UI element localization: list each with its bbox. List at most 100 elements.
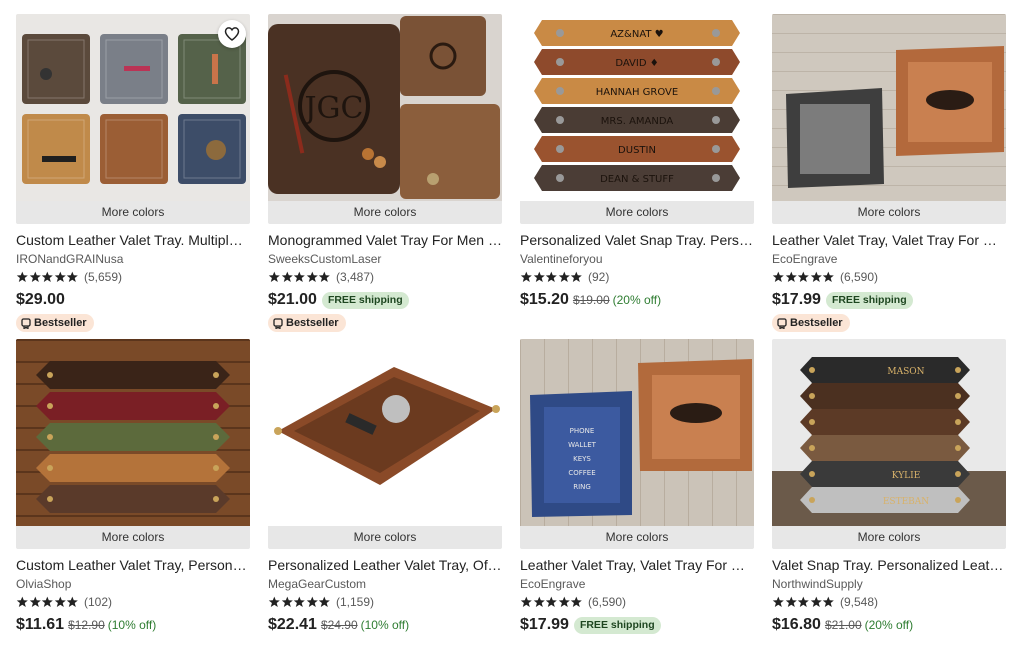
- more-colors-label: More colors: [520, 526, 754, 549]
- star-icon: [545, 596, 557, 607]
- product-image[interactable]: [16, 339, 250, 526]
- svg-text:JGC: JGC: [302, 91, 364, 126]
- star-icon: [533, 271, 545, 282]
- product-image-container[interactable]: More colors: [268, 339, 502, 549]
- star-icon: [268, 596, 280, 607]
- price-row: $17.99 FREE shipping: [520, 615, 754, 635]
- star-icon: [67, 596, 79, 607]
- product-photo: [16, 339, 250, 526]
- free-shipping-badge: FREE shipping: [321, 291, 409, 309]
- star-rating: [772, 596, 835, 608]
- price-row: $21.00 FREE shipping: [268, 290, 502, 310]
- star-icon: [67, 271, 79, 282]
- svg-text:ESTEBAN: ESTEBAN: [883, 497, 929, 507]
- shop-name[interactable]: MegaGearCustom: [268, 577, 502, 591]
- price-row: $22.41 $24.90 (10% off): [268, 615, 502, 635]
- sale-price: $22.41: [268, 616, 317, 633]
- star-icon: [533, 596, 545, 607]
- star-icon: [16, 271, 28, 282]
- sale-price: $16.80: [772, 616, 821, 633]
- svg-text:PHONE: PHONE: [570, 427, 595, 435]
- product-image-container[interactable]: More colors: [16, 14, 250, 224]
- product-title[interactable]: Personalized Leather Valet Tray, Offi...: [268, 557, 502, 574]
- product-card[interactable]: More colors Custom Leather Valet Tray. M…: [16, 14, 250, 332]
- product-title[interactable]: Custom Leather Valet Tray, Personal...: [16, 557, 250, 574]
- product-card[interactable]: JGC More colors Monogrammed Valet Tray F…: [268, 14, 502, 332]
- product-image[interactable]: PHONE WALLET KEYS COFFEE RING: [520, 339, 754, 526]
- star-icon: [319, 596, 331, 607]
- bestseller-label: Bestseller: [790, 317, 843, 329]
- star-rating: [772, 271, 835, 283]
- product-card[interactable]: More colors Leather Valet Tray, Valet Tr…: [772, 14, 1006, 332]
- shop-name[interactable]: NorthwindSupply: [772, 577, 1006, 591]
- star-icon: [16, 596, 28, 607]
- review-count: (102): [83, 595, 112, 609]
- review-count: (1,159): [335, 595, 374, 609]
- product-image[interactable]: JGC: [268, 14, 502, 201]
- product-photo: JGC: [268, 14, 502, 201]
- product-grid: More colors Custom Leather Valet Tray. M…: [16, 14, 1006, 648]
- product-image[interactable]: [16, 14, 250, 201]
- sale-price: $15.20: [520, 291, 569, 308]
- star-icon: [520, 596, 532, 607]
- product-image-container[interactable]: JGC More colors: [268, 14, 502, 224]
- medal-icon: [273, 317, 283, 329]
- product-card[interactable]: MASON KYLIE ESTEBAN More colors Valet Snap…: [772, 339, 1006, 648]
- svg-text:RING: RING: [573, 483, 591, 491]
- svg-text:HANNAH GROVE: HANNAH GROVE: [596, 87, 678, 98]
- rating: (9,548): [772, 595, 1006, 609]
- product-title[interactable]: Personalized Valet Snap Tray. Perso...: [520, 232, 754, 249]
- product-card[interactable]: More colors Personalized Leather Valet T…: [268, 339, 502, 648]
- free-shipping-badge: FREE shipping: [573, 616, 661, 634]
- star-rating: [16, 271, 79, 283]
- product-image-container[interactable]: More colors: [16, 339, 250, 549]
- star-icon: [810, 596, 822, 607]
- review-count: (5,659): [83, 270, 122, 284]
- medal-icon: [21, 317, 31, 329]
- product-image[interactable]: MASON KYLIE ESTEBAN: [772, 339, 1006, 526]
- product-card[interactable]: PHONE WALLET KEYS COFFEE RING More colors Le…: [520, 339, 754, 648]
- more-colors-label: More colors: [772, 201, 1006, 224]
- product-image-container[interactable]: MASON KYLIE ESTEBAN More colors: [772, 339, 1006, 549]
- shop-name[interactable]: IRONandGRAINusa: [16, 252, 250, 266]
- rating: (6,590): [772, 270, 1006, 284]
- product-image[interactable]: AZ&NAT ♥ DAVID ♦ HANNAH GROVE MRS. AMANDA DU…: [520, 14, 754, 201]
- product-image-container[interactable]: AZ&NAT ♥ DAVID ♦ HANNAH GROVE MRS. AMANDA DU…: [520, 14, 754, 224]
- rating: (5,659): [16, 270, 250, 284]
- review-count: (9,548): [839, 595, 878, 609]
- product-title[interactable]: Custom Leather Valet Tray. Multiple ...: [16, 232, 250, 249]
- review-count: (6,590): [587, 595, 626, 609]
- product-title[interactable]: Leather Valet Tray, Valet Tray For Me...: [772, 232, 1006, 249]
- rating: (1,159): [268, 595, 502, 609]
- shop-name[interactable]: Valentineforyou: [520, 252, 754, 266]
- svg-text:DEAN & STUFF: DEAN & STUFF: [600, 174, 674, 185]
- star-rating: [268, 271, 331, 283]
- favorite-button[interactable]: [218, 20, 246, 48]
- product-image[interactable]: [772, 14, 1006, 201]
- price-row: $16.80 $21.00 (20% off): [772, 615, 1006, 635]
- star-icon: [797, 596, 809, 607]
- product-image-container[interactable]: More colors: [772, 14, 1006, 224]
- rating: (102): [16, 595, 250, 609]
- product-title[interactable]: Valet Snap Tray. Personalized Leath...: [772, 557, 1006, 574]
- product-card[interactable]: AZ&NAT ♥ DAVID ♦ HANNAH GROVE MRS. AMANDA DU…: [520, 14, 754, 327]
- original-price: $12.90: [68, 618, 105, 632]
- price-row: $17.99 FREE shipping: [772, 290, 1006, 310]
- product-photo: [772, 14, 1006, 201]
- shop-name[interactable]: EcoEngrave: [520, 577, 754, 591]
- product-image-container[interactable]: PHONE WALLET KEYS COFFEE RING More colors: [520, 339, 754, 549]
- product-card[interactable]: More colors Custom Leather Valet Tray, P…: [16, 339, 250, 648]
- star-icon: [772, 271, 784, 282]
- product-title[interactable]: Leather Valet Tray, Valet Tray For Me...: [520, 557, 754, 574]
- shop-name[interactable]: EcoEngrave: [772, 252, 1006, 266]
- star-icon: [797, 271, 809, 282]
- star-rating: [520, 596, 583, 608]
- svg-text:DUSTIN: DUSTIN: [618, 145, 656, 156]
- sale-price: $17.99: [772, 291, 821, 308]
- star-icon: [29, 271, 41, 282]
- product-image[interactable]: [268, 339, 502, 526]
- shop-name[interactable]: SweeksCustomLaser: [268, 252, 502, 266]
- product-title[interactable]: Monogrammed Valet Tray For Men P...: [268, 232, 502, 249]
- discount-label: (20% off): [612, 293, 662, 307]
- shop-name[interactable]: OlviaShop: [16, 577, 250, 591]
